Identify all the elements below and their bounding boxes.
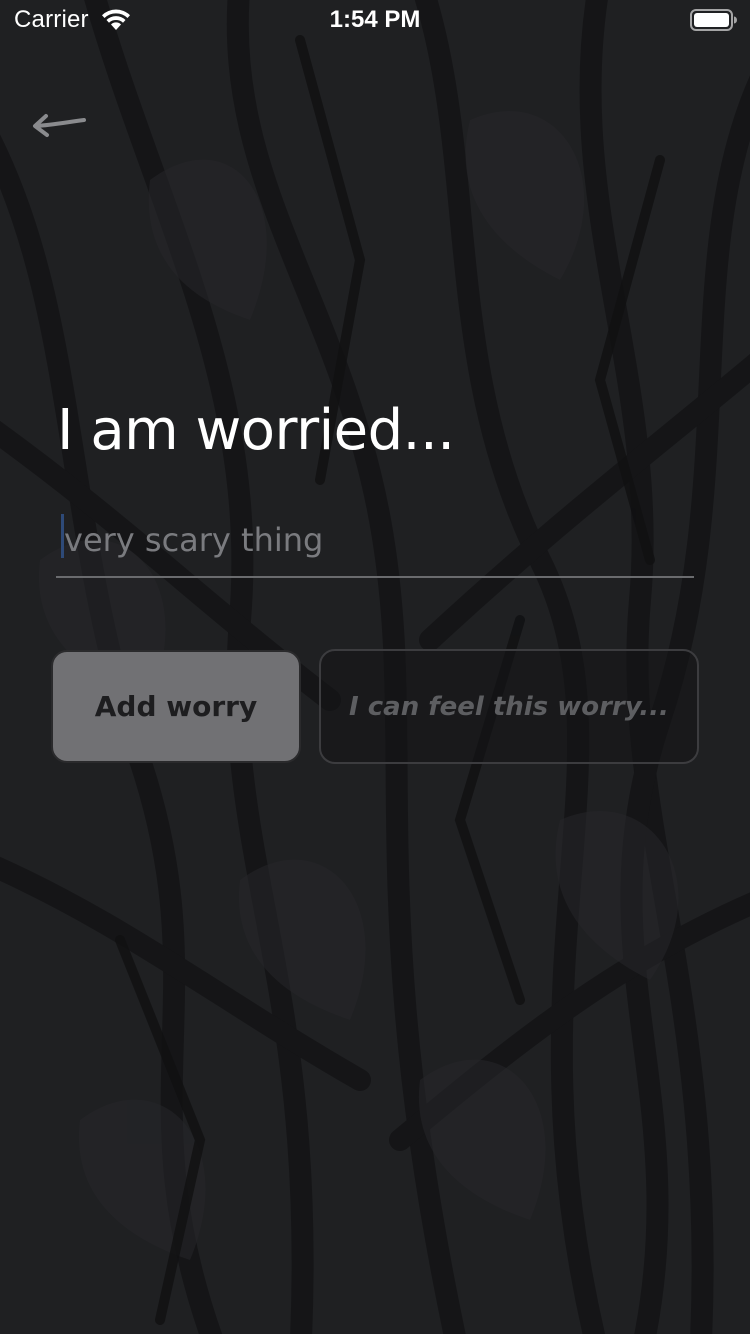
status-bar: Carrier 1:54 PM bbox=[0, 0, 750, 40]
page-title: I am worried... bbox=[57, 398, 455, 463]
text-caret bbox=[61, 514, 64, 558]
add-worry-button[interactable]: Add worry bbox=[51, 650, 301, 763]
battery-full-icon bbox=[690, 9, 737, 31]
status-time: 1:54 PM bbox=[329, 6, 421, 33]
feel-worry-button[interactable]: I can feel this worry... bbox=[319, 649, 699, 764]
worry-input-field bbox=[56, 506, 694, 578]
arrow-left-icon bbox=[33, 114, 86, 137]
app-screen: Carrier 1:54 PM I am worried... Add worr… bbox=[0, 0, 750, 1334]
back-button[interactable] bbox=[30, 108, 90, 144]
worry-input[interactable] bbox=[56, 506, 694, 574]
